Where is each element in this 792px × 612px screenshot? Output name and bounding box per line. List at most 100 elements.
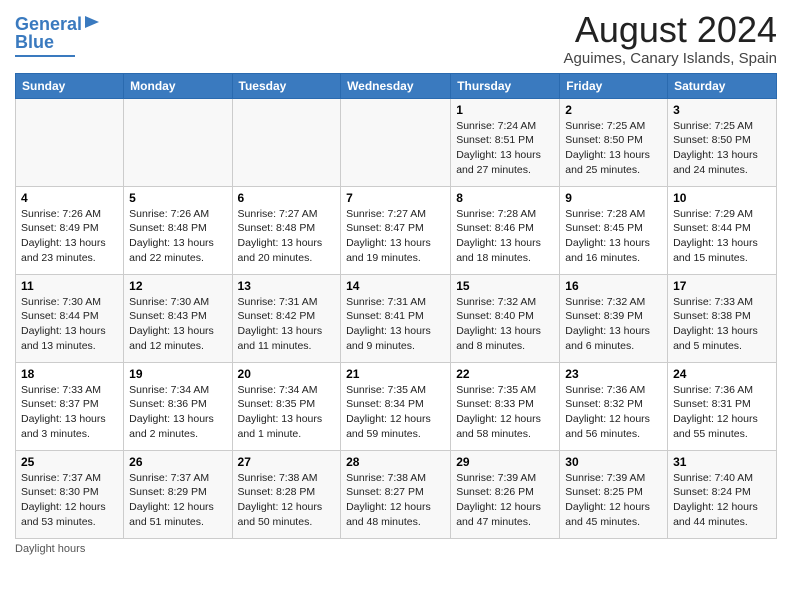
day-header-tuesday: Tuesday (232, 73, 341, 98)
calendar-cell: 5 Sunrise: 7:26 AM Sunset: 8:48 PM Daylig… (124, 186, 232, 274)
day-number: 12 (129, 279, 226, 293)
day-number: 18 (21, 367, 118, 381)
calendar-cell: 10 Sunrise: 7:29 AM Sunset: 8:44 PM Dayli… (668, 186, 777, 274)
day-number: 2 (565, 103, 662, 117)
footer-note: Daylight hours (15, 543, 777, 555)
day-number: 5 (129, 191, 226, 205)
day-info: Sunrise: 7:31 AM Sunset: 8:42 PM Dayligh… (238, 295, 336, 354)
day-number: 27 (238, 455, 336, 469)
logo-arrow-icon (85, 14, 101, 30)
day-number: 16 (565, 279, 662, 293)
day-number: 24 (673, 367, 771, 381)
day-header-wednesday: Wednesday (341, 73, 451, 98)
day-info: Sunrise: 7:33 AM Sunset: 8:37 PM Dayligh… (21, 383, 118, 442)
day-info: Sunrise: 7:36 AM Sunset: 8:31 PM Dayligh… (673, 383, 771, 442)
calendar-cell: 31 Sunrise: 7:40 AM Sunset: 8:24 PM Dayli… (668, 450, 777, 538)
day-info: Sunrise: 7:38 AM Sunset: 8:27 PM Dayligh… (346, 471, 445, 530)
calendar-cell: 22Sunrise: 7:35 AM Sunset: 8:33 PM Dayli… (451, 362, 560, 450)
week-row: 25Sunrise: 7:37 AM Sunset: 8:30 PM Dayli… (16, 450, 777, 538)
day-info: Sunrise: 7:39 AM Sunset: 8:25 PM Dayligh… (565, 471, 662, 530)
calendar-cell: 23 Sunrise: 7:36 AM Sunset: 8:32 PM Dayli… (560, 362, 668, 450)
day-header-thursday: Thursday (451, 73, 560, 98)
logo: General Blue (15, 10, 101, 57)
calendar-cell: 16 Sunrise: 7:32 AM Sunset: 8:39 PM Dayli… (560, 274, 668, 362)
calendar-cell: 24 Sunrise: 7:36 AM Sunset: 8:31 PM Dayli… (668, 362, 777, 450)
day-number: 15 (456, 279, 554, 293)
day-info: Sunrise: 7:28 AM Sunset: 8:46 PM Dayligh… (456, 207, 554, 266)
calendar-cell: 25Sunrise: 7:37 AM Sunset: 8:30 PM Dayli… (16, 450, 124, 538)
calendar-cell (16, 98, 124, 186)
calendar-cell: 1Sunrise: 7:24 AM Sunset: 8:51 PM Daylig… (451, 98, 560, 186)
calendar-cell (124, 98, 232, 186)
page-header: General Blue August 2024 Aguimes, Canary… (15, 10, 777, 67)
day-info: Sunrise: 7:33 AM Sunset: 8:38 PM Dayligh… (673, 295, 771, 354)
day-header-monday: Monday (124, 73, 232, 98)
day-number: 1 (456, 103, 554, 117)
logo-blue-text: Blue (15, 33, 54, 53)
day-info: Sunrise: 7:40 AM Sunset: 8:24 PM Dayligh… (673, 471, 771, 530)
calendar-cell: 19 Sunrise: 7:34 AM Sunset: 8:36 PM Dayli… (124, 362, 232, 450)
day-info: Sunrise: 7:35 AM Sunset: 8:34 PM Dayligh… (346, 383, 445, 442)
day-info: Sunrise: 7:32 AM Sunset: 8:39 PM Dayligh… (565, 295, 662, 354)
day-info: Sunrise: 7:36 AM Sunset: 8:32 PM Dayligh… (565, 383, 662, 442)
day-info: Sunrise: 7:30 AM Sunset: 8:44 PM Dayligh… (21, 295, 118, 354)
day-info: Sunrise: 7:34 AM Sunset: 8:35 PM Dayligh… (238, 383, 336, 442)
day-info: Sunrise: 7:26 AM Sunset: 8:49 PM Dayligh… (21, 207, 118, 266)
day-header-friday: Friday (560, 73, 668, 98)
day-number: 6 (238, 191, 336, 205)
day-number: 3 (673, 103, 771, 117)
calendar-cell: 3 Sunrise: 7:25 AM Sunset: 8:50 PM Daylig… (668, 98, 777, 186)
day-number: 11 (21, 279, 118, 293)
day-number: 9 (565, 191, 662, 205)
calendar-cell: 12Sunrise: 7:30 AM Sunset: 8:43 PM Dayli… (124, 274, 232, 362)
calendar-cell: 6 Sunrise: 7:27 AM Sunset: 8:48 PM Daylig… (232, 186, 341, 274)
main-title: August 2024 (564, 10, 777, 50)
day-info: Sunrise: 7:31 AM Sunset: 8:41 PM Dayligh… (346, 295, 445, 354)
day-info: Sunrise: 7:25 AM Sunset: 8:50 PM Dayligh… (565, 119, 662, 178)
calendar-cell: 7Sunrise: 7:27 AM Sunset: 8:47 PM Daylig… (341, 186, 451, 274)
day-info: Sunrise: 7:32 AM Sunset: 8:40 PM Dayligh… (456, 295, 554, 354)
week-row: 1Sunrise: 7:24 AM Sunset: 8:51 PM Daylig… (16, 98, 777, 186)
day-header-sunday: Sunday (16, 73, 124, 98)
day-info: Sunrise: 7:27 AM Sunset: 8:48 PM Dayligh… (238, 207, 336, 266)
calendar-cell: 28 Sunrise: 7:38 AM Sunset: 8:27 PM Dayli… (341, 450, 451, 538)
header-row: SundayMondayTuesdayWednesdayThursdayFrid… (16, 73, 777, 98)
day-info: Sunrise: 7:34 AM Sunset: 8:36 PM Dayligh… (129, 383, 226, 442)
day-info: Sunrise: 7:29 AM Sunset: 8:44 PM Dayligh… (673, 207, 771, 266)
calendar-cell: 27Sunrise: 7:38 AM Sunset: 8:28 PM Dayli… (232, 450, 341, 538)
day-info: Sunrise: 7:37 AM Sunset: 8:30 PM Dayligh… (21, 471, 118, 530)
calendar-cell: 13Sunrise: 7:31 AM Sunset: 8:42 PM Dayli… (232, 274, 341, 362)
calendar-cell: 2 Sunrise: 7:25 AM Sunset: 8:50 PM Daylig… (560, 98, 668, 186)
calendar-cell (232, 98, 341, 186)
day-number: 21 (346, 367, 445, 381)
calendar-cell: 11 Sunrise: 7:30 AM Sunset: 8:44 PM Dayli… (16, 274, 124, 362)
week-row: 18 Sunrise: 7:33 AM Sunset: 8:37 PM Dayli… (16, 362, 777, 450)
week-row: 4 Sunrise: 7:26 AM Sunset: 8:49 PM Daylig… (16, 186, 777, 274)
logo-underline (15, 55, 75, 57)
day-number: 17 (673, 279, 771, 293)
day-number: 26 (129, 455, 226, 469)
day-number: 22 (456, 367, 554, 381)
day-info: Sunrise: 7:25 AM Sunset: 8:50 PM Dayligh… (673, 119, 771, 178)
calendar-cell: 14Sunrise: 7:31 AM Sunset: 8:41 PM Dayli… (341, 274, 451, 362)
day-number: 23 (565, 367, 662, 381)
day-number: 31 (673, 455, 771, 469)
calendar-cell: 15 Sunrise: 7:32 AM Sunset: 8:40 PM Dayli… (451, 274, 560, 362)
day-number: 8 (456, 191, 554, 205)
day-number: 10 (673, 191, 771, 205)
day-header-saturday: Saturday (668, 73, 777, 98)
day-number: 28 (346, 455, 445, 469)
subtitle: Aguimes, Canary Islands, Spain (564, 50, 777, 67)
day-number: 30 (565, 455, 662, 469)
calendar-cell: 29Sunrise: 7:39 AM Sunset: 8:26 PM Dayli… (451, 450, 560, 538)
day-number: 20 (238, 367, 336, 381)
day-number: 29 (456, 455, 554, 469)
calendar-cell: 17 Sunrise: 7:33 AM Sunset: 8:38 PM Dayli… (668, 274, 777, 362)
day-number: 4 (21, 191, 118, 205)
week-row: 11 Sunrise: 7:30 AM Sunset: 8:44 PM Dayli… (16, 274, 777, 362)
calendar-cell (341, 98, 451, 186)
day-info: Sunrise: 7:26 AM Sunset: 8:48 PM Dayligh… (129, 207, 226, 266)
calendar-cell: 18 Sunrise: 7:33 AM Sunset: 8:37 PM Dayli… (16, 362, 124, 450)
day-number: 19 (129, 367, 226, 381)
calendar-cell: 4 Sunrise: 7:26 AM Sunset: 8:49 PM Daylig… (16, 186, 124, 274)
